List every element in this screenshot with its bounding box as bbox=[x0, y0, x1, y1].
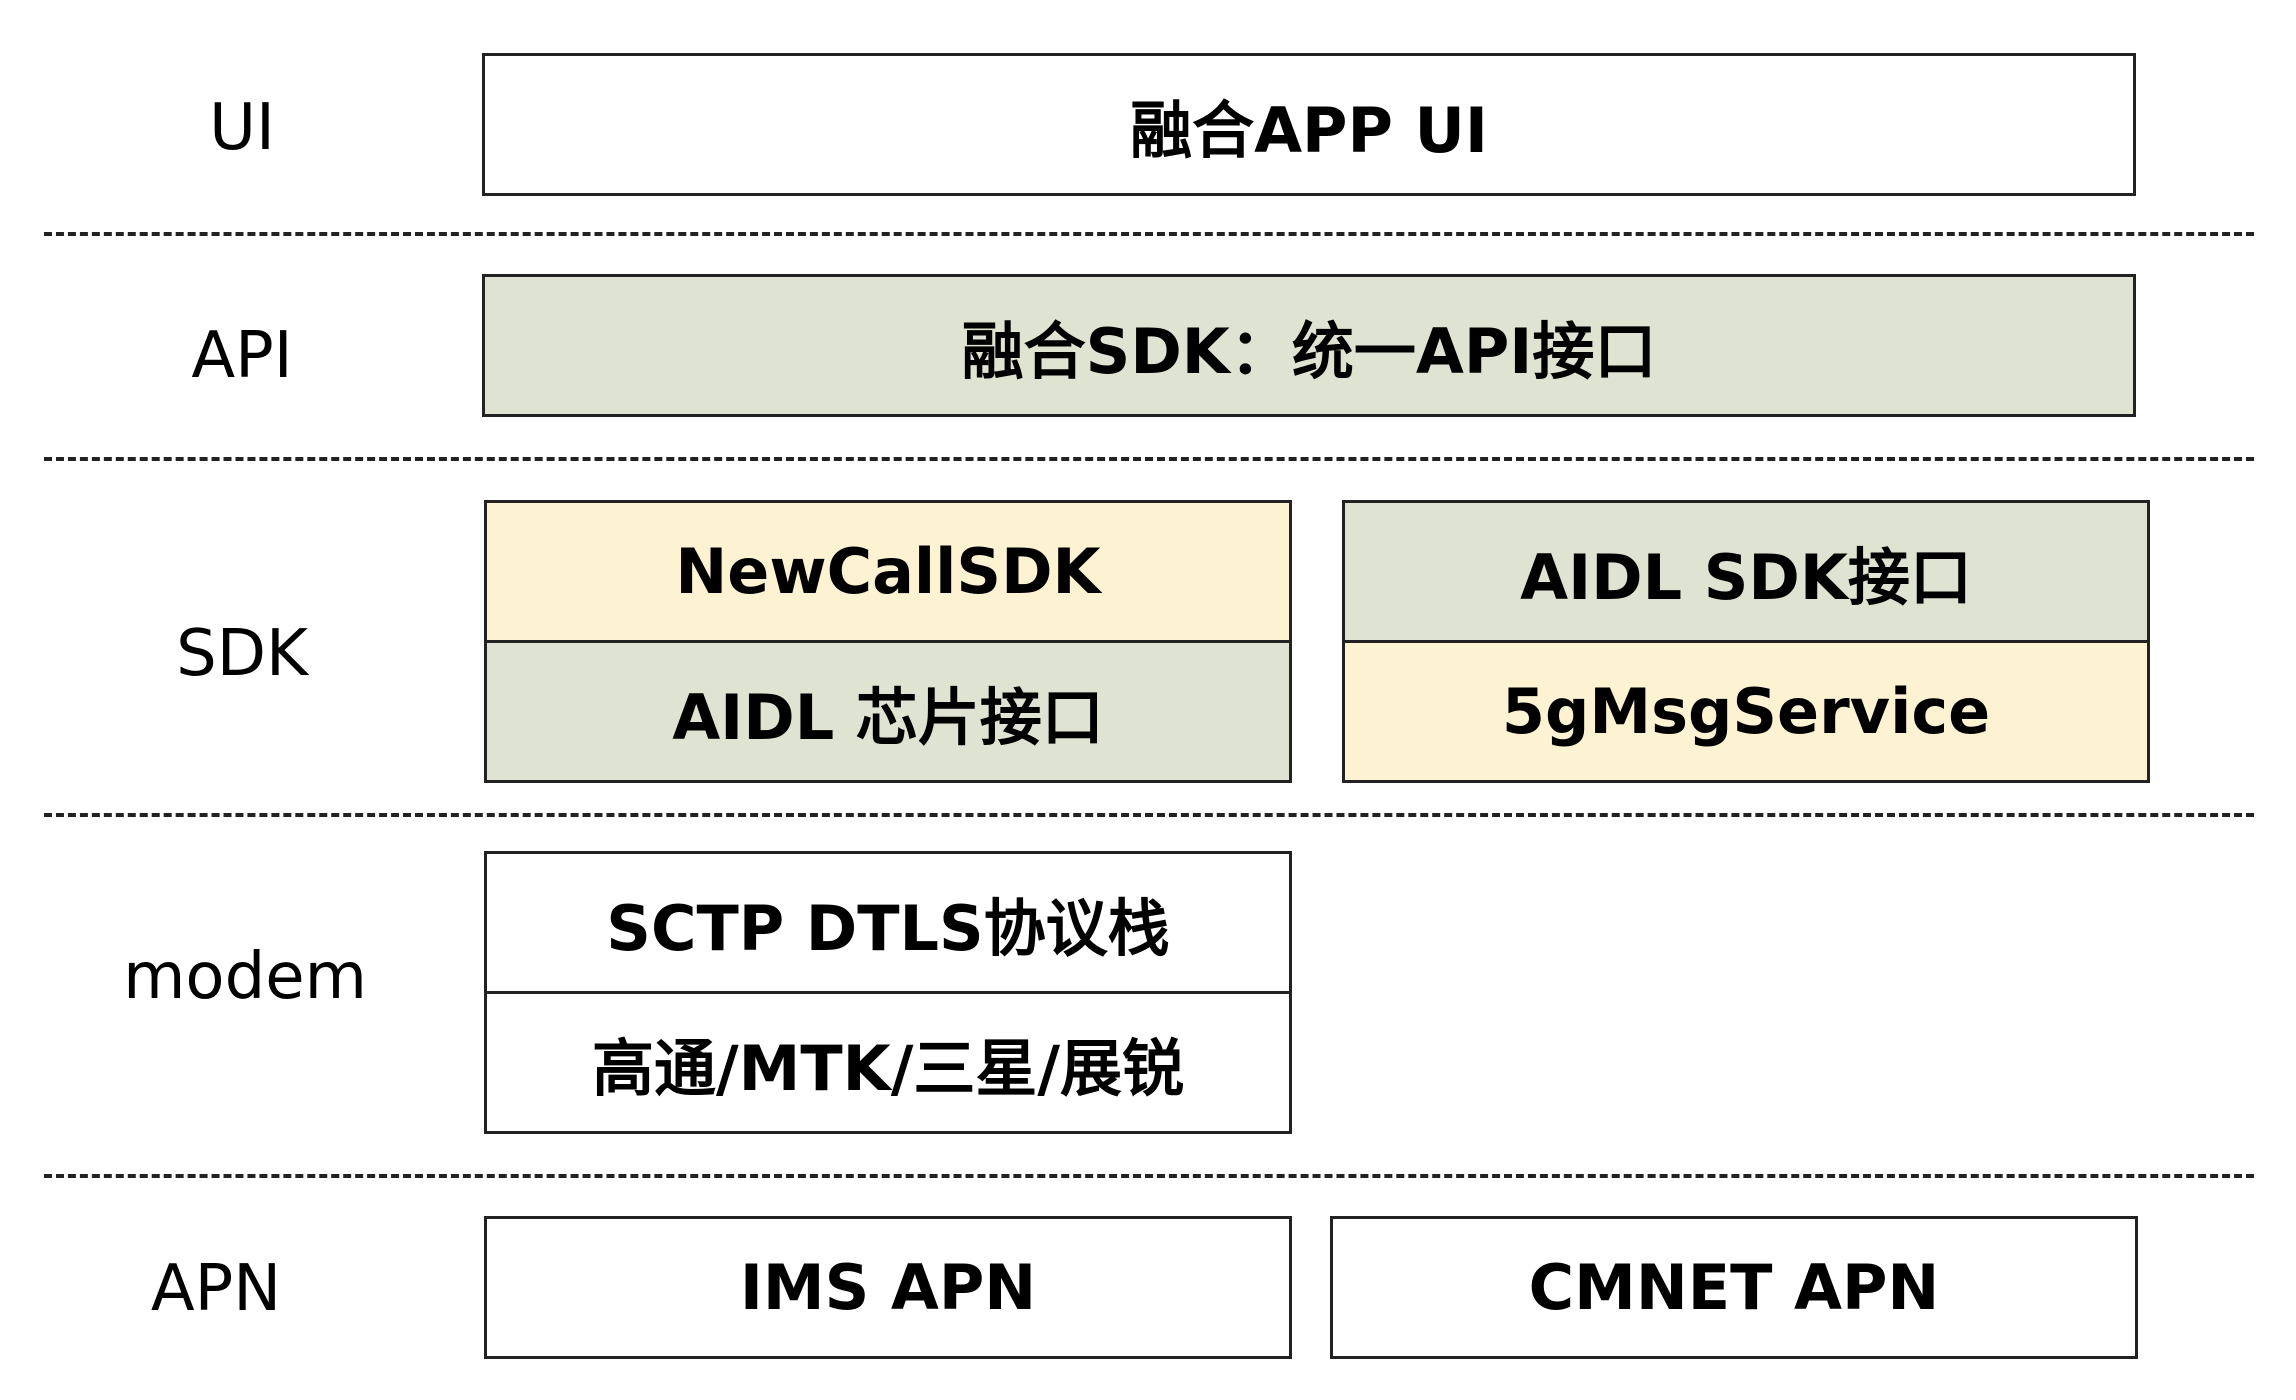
layer-label-modem: modem bbox=[123, 940, 367, 1014]
divider-api-sdk bbox=[44, 457, 2254, 461]
box-aidl-chip: AIDL 芯片接口 bbox=[484, 640, 1292, 783]
layer-label-sdk: SDK bbox=[176, 617, 308, 691]
layer-label-ui: UI bbox=[209, 91, 275, 165]
divider-sdk-modem bbox=[44, 813, 2254, 817]
box-aidl-sdk: AIDL SDK接口 bbox=[1342, 500, 2150, 643]
layer-label-apn: APN bbox=[150, 1252, 282, 1326]
box-sctp-dtls: SCTP DTLS协议栈 bbox=[484, 851, 1292, 994]
box-msg-service: 5gMsgService bbox=[1342, 640, 2150, 783]
box-api-sdk: 融合SDK：统一API接口 bbox=[482, 274, 2136, 417]
box-newcall-sdk: NewCallSDK bbox=[484, 500, 1292, 643]
divider-ui-api bbox=[44, 232, 2254, 236]
box-chip-vendors: 高通/MTK/三星/展锐 bbox=[484, 991, 1292, 1134]
box-ui-app: 融合APP UI bbox=[482, 53, 2136, 196]
divider-modem-apn bbox=[44, 1174, 2254, 1178]
layer-label-api: API bbox=[191, 319, 293, 393]
box-cmnet-apn: CMNET APN bbox=[1330, 1216, 2138, 1359]
box-ims-apn: IMS APN bbox=[484, 1216, 1292, 1359]
